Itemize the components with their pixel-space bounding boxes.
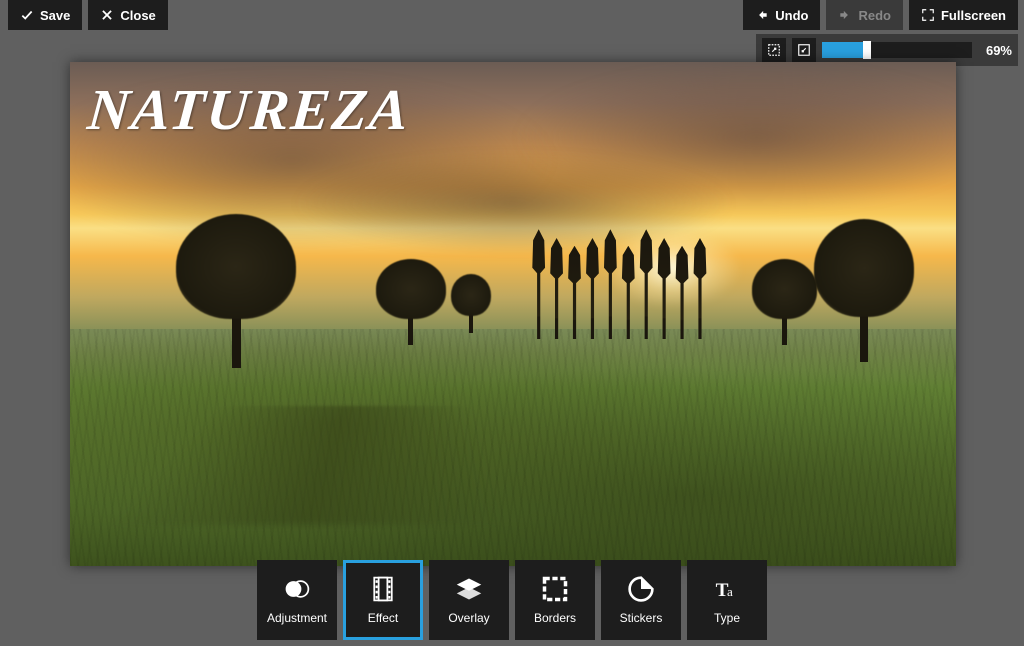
effect-icon: [369, 575, 397, 603]
canvas[interactable]: NATUREZA: [70, 62, 956, 566]
fullscreen-button[interactable]: Fullscreen: [909, 0, 1018, 30]
tool-label: Overlay: [448, 611, 489, 625]
zoom-actual-icon: [797, 43, 811, 57]
zoom-slider-fill: [822, 42, 867, 58]
tool-stickers[interactable]: Stickers: [601, 560, 681, 640]
tool-effect[interactable]: Effect: [343, 560, 423, 640]
stickers-icon: [627, 575, 655, 603]
overlay-icon: [455, 575, 483, 603]
tool-type[interactable]: T a Type: [687, 560, 767, 640]
tool-label: Effect: [368, 611, 398, 625]
zoom-actual-button[interactable]: [792, 38, 816, 62]
arrow-right-icon: [838, 8, 852, 22]
redo-label: Redo: [858, 8, 891, 23]
zoom-slider[interactable]: [822, 42, 972, 58]
close-label: Close: [120, 8, 155, 23]
text-overlay[interactable]: NATUREZA: [85, 76, 413, 143]
zoom-fit-button[interactable]: [762, 38, 786, 62]
undo-button[interactable]: Undo: [743, 0, 820, 30]
tool-borders[interactable]: Borders: [515, 560, 595, 640]
type-icon: T a: [713, 575, 741, 603]
zoom-percent-label: 69%: [978, 43, 1012, 58]
tool-bar: Adjustment Effect Overlay Borders Sticke…: [0, 560, 1024, 646]
borders-icon: [541, 575, 569, 603]
arrow-left-icon: [755, 8, 769, 22]
svg-text:a: a: [727, 584, 733, 599]
save-label: Save: [40, 8, 70, 23]
undo-label: Undo: [775, 8, 808, 23]
close-button[interactable]: Close: [88, 0, 167, 30]
tool-label: Type: [714, 611, 740, 625]
save-button[interactable]: Save: [8, 0, 82, 30]
zoom-fit-icon: [767, 43, 781, 57]
check-icon: [20, 8, 34, 22]
fullscreen-icon: [921, 8, 935, 22]
tool-label: Stickers: [620, 611, 663, 625]
tool-overlay[interactable]: Overlay: [429, 560, 509, 640]
redo-button[interactable]: Redo: [826, 0, 903, 30]
tool-label: Borders: [534, 611, 576, 625]
adjustment-icon: [283, 575, 311, 603]
fullscreen-label: Fullscreen: [941, 8, 1006, 23]
close-icon: [100, 8, 114, 22]
zoom-slider-thumb[interactable]: [863, 41, 871, 59]
tool-label: Adjustment: [267, 611, 327, 625]
tool-adjustment[interactable]: Adjustment: [257, 560, 337, 640]
